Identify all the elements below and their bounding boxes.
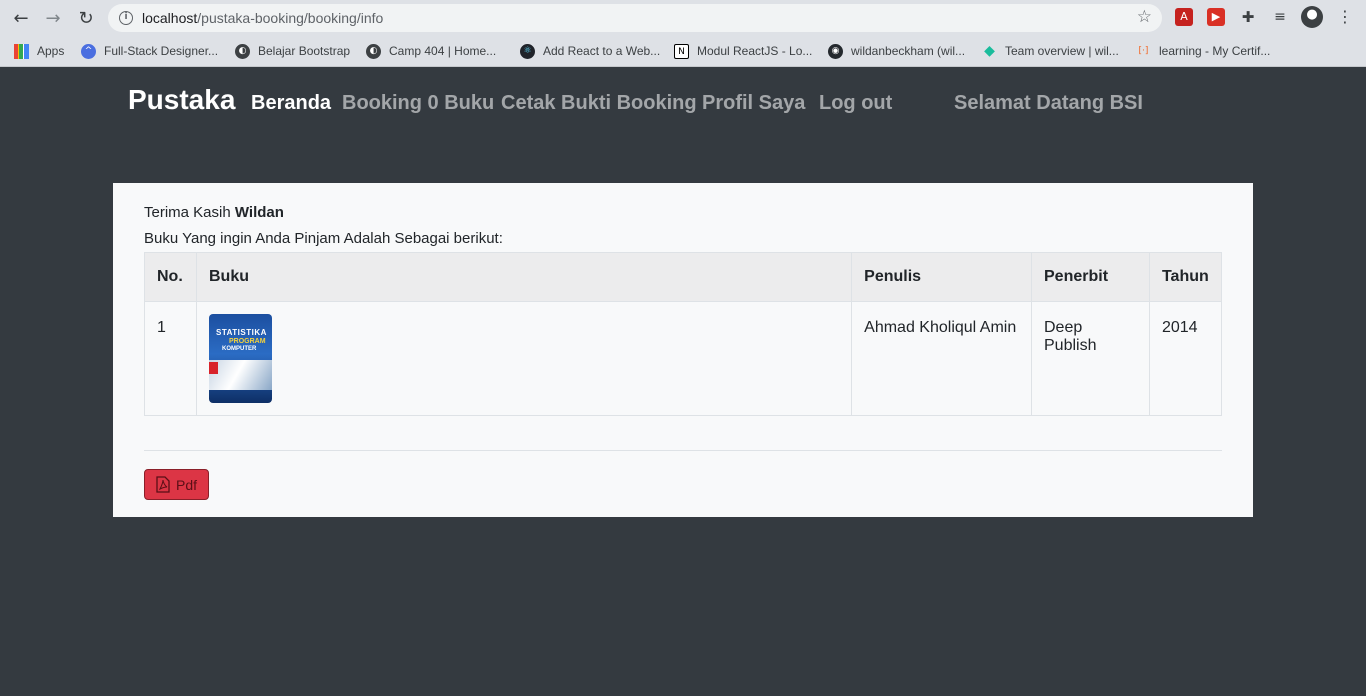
- bookmarks-bar: Apps ^ Full-Stack Designer... ◐ Belajar …: [0, 35, 1366, 67]
- bookmark-fullstack[interactable]: ^ Full-Stack Designer...: [81, 41, 218, 61]
- booking-table: No. Buku Penulis Penerbit Tahun 1 STATIS…: [144, 252, 1223, 416]
- cell-penerbit: Deep Publish: [1031, 301, 1150, 416]
- nav-logout[interactable]: Log out: [819, 92, 892, 115]
- bookmark-github[interactable]: ◉ wildanbeckham (wil...: [828, 41, 965, 61]
- divider: [144, 450, 1222, 451]
- site-info-icon[interactable]: i: [119, 11, 133, 25]
- header-no: No.: [144, 252, 197, 302]
- bookmark-label: learning - My Certif...: [1159, 44, 1271, 58]
- profile-avatar-icon[interactable]: ●: [1301, 6, 1323, 28]
- bookmark-label: Modul ReactJS - Lo...: [697, 44, 813, 58]
- forward-icon[interactable]: →: [41, 6, 65, 30]
- header-penerbit: Penerbit: [1031, 252, 1150, 302]
- bookmark-camp404[interactable]: ◐ Camp 404 | Home...: [366, 41, 496, 61]
- bookmark-bootstrap[interactable]: ◐ Belajar Bootstrap: [235, 41, 350, 61]
- table-header-row: No. Buku Penulis Penerbit Tahun: [144, 252, 1223, 302]
- address-bar[interactable]: i localhost/pustaka-booking/booking/info…: [108, 4, 1162, 32]
- header-buku: Buku: [195, 252, 853, 302]
- bookmark-label: Add React to a Web...: [543, 44, 661, 58]
- url-text[interactable]: localhost/pustaka-booking/booking/info: [142, 10, 383, 26]
- table-row: 1 STATISTIKA PROGRAM KOMPUTER Ahmad Khol…: [144, 301, 1223, 416]
- apps-grid-icon: [14, 43, 29, 59]
- cell-no: 1: [144, 301, 197, 416]
- booking-info-card: Terima Kasih Wildan Buku Yang ingin Anda…: [113, 183, 1253, 517]
- bookmark-label: Camp 404 | Home...: [389, 44, 497, 58]
- bookmark-learning[interactable]: [·] learning - My Certif...: [1136, 41, 1271, 61]
- url-path: /pustaka-booking/booking/info: [197, 10, 384, 26]
- cell-tahun: 2014: [1148, 301, 1223, 416]
- notion-icon: N: [674, 43, 689, 59]
- subtitle-line: Buku Yang ingin Anda Pinjam Adalah Sebag…: [144, 230, 503, 247]
- reading-list-icon[interactable]: ≡: [1271, 8, 1289, 26]
- bookmark-label: Team overview | wil...: [1005, 44, 1119, 58]
- nav-profil[interactable]: Profil Saya: [702, 92, 805, 115]
- bookmark-apps[interactable]: Apps: [14, 41, 64, 61]
- pdf-button-label: Pdf: [175, 476, 197, 493]
- cell-buku: STATISTIKA PROGRAM KOMPUTER: [195, 301, 853, 416]
- pdf-extension-icon[interactable]: A: [1175, 8, 1193, 26]
- thanks-prefix: Terima Kasih: [144, 204, 231, 221]
- extensions-puzzle-icon[interactable]: ✚: [1239, 8, 1257, 26]
- bookmark-label: Full-Stack Designer...: [104, 44, 219, 58]
- pdf-button[interactable]: Pdf: [144, 469, 209, 500]
- menu-kebab-icon[interactable]: ⋮: [1336, 8, 1354, 26]
- cover-illustration: [208, 360, 272, 390]
- bookmark-star-icon[interactable]: ☆: [1137, 7, 1152, 27]
- nav-cetak-bukti[interactable]: Cetak Bukti Booking: [501, 92, 697, 115]
- header-penulis: Penulis: [851, 252, 1032, 302]
- globe-icon: ◐: [235, 43, 250, 59]
- nav-booking[interactable]: Booking 0 Buku: [342, 92, 494, 115]
- bookmark-label: Apps: [37, 44, 65, 58]
- url-host: localhost: [142, 10, 198, 26]
- diamond-icon: ◆: [984, 42, 995, 59]
- cover-title: STATISTIKA: [215, 328, 267, 337]
- cover-subtitle-1: PROGRAM: [228, 338, 266, 345]
- brand-logo[interactable]: Pustaka: [128, 84, 235, 116]
- book-cover-image: STATISTIKA PROGRAM KOMPUTER: [208, 314, 272, 403]
- bookmark-label: wildanbeckham (wil...: [851, 44, 966, 58]
- bookmark-team[interactable]: ◆ Team overview | wil...: [982, 41, 1119, 61]
- react-icon: ⚛: [520, 43, 535, 59]
- cell-penulis: Ahmad Kholiqul Amin: [851, 301, 1032, 416]
- header-tahun: Tahun: [1148, 252, 1223, 302]
- code-icon: [·]: [1138, 45, 1149, 56]
- cover-flag: [208, 362, 218, 374]
- file-pdf-icon: [156, 476, 170, 493]
- bookmark-label: Belajar Bootstrap: [258, 44, 351, 58]
- browser-toolbar: ← → ↻ i localhost/pustaka-booking/bookin…: [0, 0, 1366, 35]
- thanks-line: Terima Kasih Wildan: [144, 204, 284, 221]
- reload-icon[interactable]: ↻: [74, 6, 98, 30]
- site-icon: ^: [81, 43, 96, 59]
- user-name: Wildan: [234, 204, 284, 221]
- welcome-text: Selamat Datang BSI: [954, 92, 1143, 114]
- globe-icon: ◐: [366, 43, 381, 59]
- video-extension-icon[interactable]: ▶: [1207, 8, 1225, 26]
- bookmark-notion[interactable]: N Modul ReactJS - Lo...: [674, 41, 812, 61]
- nav-beranda[interactable]: Beranda: [251, 92, 331, 115]
- bookmark-react[interactable]: ⚛ Add React to a Web...: [520, 41, 660, 61]
- back-icon[interactable]: ←: [9, 6, 33, 30]
- cover-subtitle-2: KOMPUTER: [221, 346, 257, 352]
- github-icon: ◉: [828, 43, 843, 59]
